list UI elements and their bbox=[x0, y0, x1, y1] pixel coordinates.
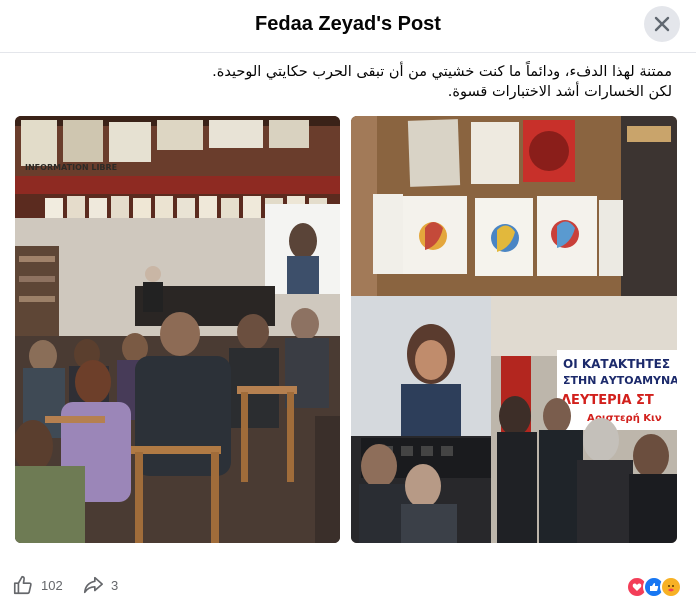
protest-sign-line-3: ΛΕΥΤΕΡΙΑ ΣΤ bbox=[561, 393, 654, 408]
share-arrow-icon bbox=[83, 576, 103, 594]
event-hall-illustration: INFORMATION LIBRE bbox=[15, 116, 340, 543]
event-collage-illustration: ΟΙ ΚΑΤΑΚΤΗΤΕΣ ΣΤΗΝ ΑΥΤΟΑΜΥΝΑ ΛΕΥΤΕΡΙΑ ΣΤ… bbox=[351, 116, 677, 543]
reaction-summary[interactable] bbox=[626, 576, 682, 598]
post-message: ممتنة لهذا الدفء، ودائماً ما كنت خشيتي م… bbox=[32, 62, 672, 102]
care-icon bbox=[660, 576, 682, 598]
share-count: 3 bbox=[111, 577, 119, 593]
close-button[interactable] bbox=[644, 6, 680, 42]
banner-sign-text: INFORMATION LIBRE bbox=[25, 163, 117, 172]
share-button[interactable]: 3 bbox=[82, 574, 118, 596]
close-icon bbox=[654, 16, 670, 32]
protest-sign-line-1: ΟΙ ΚΑΤΑΚΤΗΤΕΣ bbox=[563, 357, 670, 371]
protest-sign-line-2: ΣΤΗΝ ΑΥΤΟΑΜΥΝΑ bbox=[563, 374, 677, 387]
like-count: 102 bbox=[41, 577, 63, 593]
post-dialog-header: Fedaa Zeyad's Post bbox=[0, 0, 696, 53]
event-collage-photo[interactable]: ΟΙ ΚΑΤΑΚΤΗΤΕΣ ΣΤΗΝ ΑΥΤΟΑΜΥΝΑ ΛΕΥΤΕΡΙΑ ΣΤ… bbox=[351, 116, 677, 543]
thumbs-up-icon bbox=[13, 575, 32, 595]
dialog-title: Fedaa Zeyad's Post bbox=[255, 13, 441, 35]
post-text-line: لكن الخسارات أشد الاختبارات قسوة. bbox=[447, 84, 672, 100]
like-button[interactable]: 102 bbox=[12, 574, 63, 596]
post-footer: 102 3 bbox=[0, 566, 696, 606]
event-hall-photo[interactable]: INFORMATION LIBRE bbox=[15, 116, 340, 543]
post-text-line: ممتنة لهذا الدفء، ودائماً ما كنت خشيتي م… bbox=[212, 64, 672, 80]
